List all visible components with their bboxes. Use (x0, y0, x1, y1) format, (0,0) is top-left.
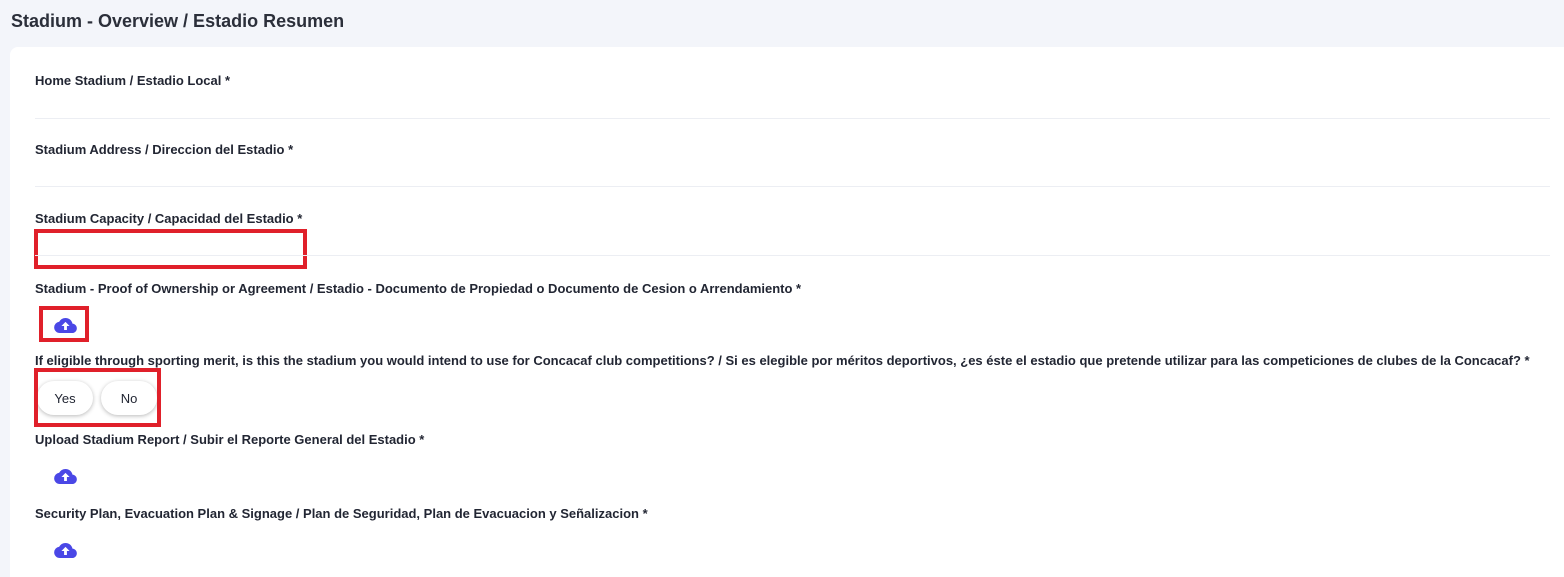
stadium-form-card: Home Stadium / Estadio Local * Stadium A… (10, 47, 1564, 577)
ownership-document-label: Stadium - Proof of Ownership or Agreemen… (35, 281, 802, 296)
capacity-highlight-box (34, 229, 307, 269)
page-title: Stadium - Overview / Estadio Resumen (11, 11, 345, 31)
cloud-upload-icon (53, 542, 77, 558)
eligibility-options-highlight-box (34, 368, 161, 427)
eligibility-question-label: If eligible through sporting merit, is t… (35, 353, 1530, 368)
divider (35, 255, 1550, 256)
stadium-capacity-label: Stadium Capacity / Capacidad del Estadio… (35, 211, 303, 226)
home-stadium-label: Home Stadium / Estadio Local * (35, 73, 231, 88)
divider (35, 186, 1550, 187)
ownership-upload-highlight-box (39, 306, 89, 342)
stadium-report-upload-button[interactable] (52, 465, 78, 487)
security-plan-upload-button[interactable] (52, 539, 78, 561)
security-plan-label: Security Plan, Evacuation Plan & Signage… (35, 506, 648, 521)
stadium-address-label: Stadium Address / Direccion del Estadio … (35, 142, 294, 157)
stadium-report-label: Upload Stadium Report / Subir el Reporte… (35, 432, 425, 447)
divider (35, 118, 1550, 119)
cloud-upload-icon (53, 468, 77, 484)
